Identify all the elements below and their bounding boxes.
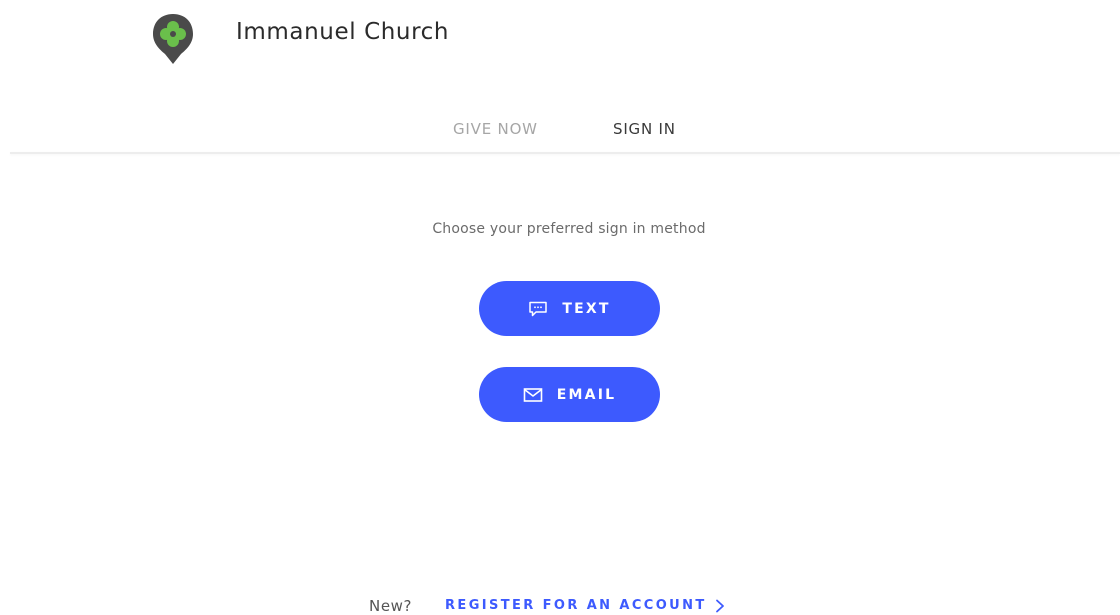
envelope-icon — [523, 387, 543, 403]
chat-bubble-icon — [528, 301, 548, 317]
header: Immanuel Church — [0, 0, 1120, 72]
nav-give-now[interactable]: GIVE NOW — [453, 120, 538, 138]
text-button-label: TEXT — [562, 300, 611, 317]
sign-in-page: Immanuel Church GIVE NOW SIGN IN Choose … — [0, 0, 1120, 615]
email-button-label: EMAIL — [556, 386, 617, 403]
clover-pin-icon[interactable] — [150, 12, 196, 66]
sign-in-prompt: Choose your preferred sign in method — [432, 221, 706, 237]
org-name: Immanuel Church — [236, 19, 450, 45]
text-sign-in-button[interactable]: TEXT — [479, 281, 660, 336]
chevron-right-icon — [715, 599, 725, 613]
new-user-label: New? — [369, 597, 413, 615]
nav-divider — [10, 152, 1120, 154]
top-nav: GIVE NOW SIGN IN — [0, 116, 1120, 146]
register-link-label: REGISTER FOR AN ACCOUNT — [445, 598, 707, 613]
nav-sign-in[interactable]: SIGN IN — [613, 120, 676, 138]
footer: New? REGISTER FOR AN ACCOUNT — [0, 595, 1120, 615]
email-sign-in-button[interactable]: EMAIL — [479, 367, 660, 422]
register-account-link[interactable]: REGISTER FOR AN ACCOUNT — [445, 598, 725, 613]
